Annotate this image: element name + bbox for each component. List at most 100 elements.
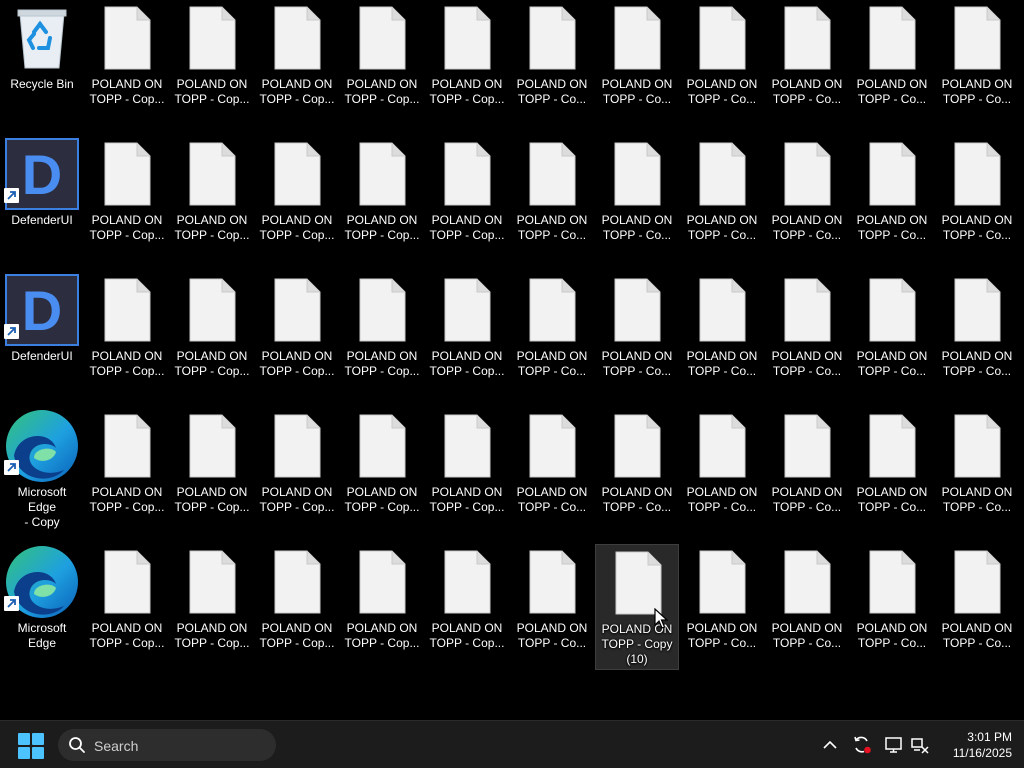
file-icon[interactable]: POLAND ON TOPP - Co... (765, 272, 849, 398)
file-icon[interactable]: POLAND ON TOPP - Cop... (85, 136, 169, 262)
desktop[interactable]: Recycle Bin D DefenderUI D DefenderUI Microso… (0, 0, 1024, 720)
document-icon (170, 6, 254, 72)
icon-label: POLAND ON TOPP - Co... (516, 213, 588, 242)
file-icon[interactable]: POLAND ON TOPP - Cop... (170, 544, 254, 670)
file-icon[interactable]: POLAND ON TOPP - Co... (510, 136, 594, 262)
file-icon[interactable]: POLAND ON TOPP - Co... (850, 408, 934, 534)
display-icon[interactable] (884, 735, 904, 755)
edge-shortcut[interactable]: Microsoft Edge (0, 544, 84, 670)
icon-label: POLAND ON TOPP - Co... (856, 213, 928, 242)
file-icon[interactable]: POLAND ON TOPP - Cop... (340, 0, 424, 126)
icon-label: POLAND ON TOPP - Co... (856, 485, 928, 514)
file-icon[interactable]: POLAND ON TOPP - Co... (850, 0, 934, 126)
chevron-up-icon[interactable] (820, 735, 840, 755)
start-button[interactable] (18, 733, 44, 759)
file-icon[interactable]: POLAND ON TOPP - Co... (680, 272, 764, 398)
file-icon[interactable]: POLAND ON TOPP - Cop... (255, 136, 339, 262)
document-icon (170, 550, 254, 616)
file-icon[interactable]: POLAND ON TOPP - Cop... (340, 408, 424, 534)
icon-label: POLAND ON TOPP - Cop... (89, 77, 165, 106)
document-icon (340, 278, 424, 344)
file-icon[interactable]: POLAND ON TOPP - Cop... (85, 408, 169, 534)
file-icon[interactable]: POLAND ON TOPP - Co... (680, 0, 764, 126)
file-icon[interactable]: POLAND ON TOPP - Co... (935, 544, 1019, 670)
icon-label: POLAND ON TOPP - Co... (941, 621, 1013, 650)
file-icon[interactable]: POLAND ON TOPP - Co... (765, 408, 849, 534)
icon-label: POLAND ON TOPP - Co... (856, 621, 928, 650)
network-disconnected-icon[interactable] (910, 735, 930, 755)
icon-label: POLAND ON TOPP - Co... (941, 349, 1013, 378)
file-icon[interactable]: POLAND ON TOPP - Co... (680, 544, 764, 670)
search-icon (69, 737, 85, 753)
file-icon[interactable]: POLAND ON TOPP - Co... (935, 136, 1019, 262)
document-icon (595, 278, 679, 344)
file-icon[interactable]: POLAND ON TOPP - Co... (595, 408, 679, 534)
document-icon (425, 414, 509, 480)
file-icon[interactable]: POLAND ON TOPP - Cop... (340, 544, 424, 670)
defenderui-shortcut[interactable]: D DefenderUI (0, 136, 84, 262)
icon-label: POLAND ON TOPP - Cop... (259, 349, 335, 378)
icon-label: DefenderUI (11, 349, 73, 363)
file-icon[interactable]: POLAND ON TOPP - Co... (850, 272, 934, 398)
file-icon[interactable]: POLAND ON TOPP - Cop... (255, 544, 339, 670)
icon-label: POLAND ON TOPP - Cop... (174, 77, 250, 106)
document-icon (85, 278, 169, 344)
file-icon[interactable]: POLAND ON TOPP - Co... (595, 272, 679, 398)
mouse-cursor (654, 608, 668, 629)
search-input[interactable] (92, 735, 266, 757)
document-icon (340, 6, 424, 72)
icon-label: POLAND ON TOPP - Co... (856, 77, 928, 106)
file-icon[interactable]: POLAND ON TOPP - Co... (510, 544, 594, 670)
file-icon[interactable]: POLAND ON TOPP - Cop... (170, 272, 254, 398)
icon-label: POLAND ON TOPP - Cop... (89, 621, 165, 650)
file-icon[interactable]: POLAND ON TOPP - Co... (510, 408, 594, 534)
file-icon[interactable]: POLAND ON TOPP - Cop... (255, 0, 339, 126)
file-icon[interactable]: POLAND ON TOPP - Cop... (425, 0, 509, 126)
file-icon[interactable]: POLAND ON TOPP - Cop... (170, 408, 254, 534)
document-icon (510, 6, 594, 72)
windows-logo-tile (18, 747, 30, 759)
file-icon[interactable]: POLAND ON TOPP - Co... (595, 0, 679, 126)
file-icon[interactable]: POLAND ON TOPP - Cop... (425, 544, 509, 670)
file-icon[interactable]: POLAND ON TOPP - Cop... (425, 136, 509, 262)
file-icon[interactable]: POLAND ON TOPP - Co... (935, 0, 1019, 126)
windows-logo-icon (18, 733, 30, 745)
file-icon[interactable]: POLAND ON TOPP - Cop... (255, 408, 339, 534)
file-icon[interactable]: POLAND ON TOPP - Cop... (85, 272, 169, 398)
file-icon[interactable]: POLAND ON TOPP - Co... (510, 0, 594, 126)
icon-label: POLAND ON TOPP - Co... (941, 213, 1013, 242)
icon-label: POLAND ON TOPP - Cop... (89, 349, 165, 378)
icon-label: POLAND ON TOPP - Co... (856, 349, 928, 378)
file-icon[interactable]: POLAND ON TOPP - Co... (935, 272, 1019, 398)
document-icon (510, 278, 594, 344)
file-icon[interactable]: POLAND ON TOPP - Cop... (340, 272, 424, 398)
file-icon[interactable]: POLAND ON TOPP - Co... (765, 136, 849, 262)
file-icon[interactable]: POLAND ON TOPP - Cop... (85, 0, 169, 126)
file-icon[interactable]: POLAND ON TOPP - Co... (850, 544, 934, 670)
document-icon (255, 6, 339, 72)
file-icon[interactable]: POLAND ON TOPP - Copy (10) (595, 544, 679, 670)
edge-shortcut[interactable]: Microsoft Edge - Copy (0, 408, 84, 534)
file-icon[interactable]: POLAND ON TOPP - Cop... (170, 0, 254, 126)
file-icon[interactable]: POLAND ON TOPP - Co... (935, 408, 1019, 534)
search-box[interactable] (58, 729, 276, 761)
file-icon[interactable]: POLAND ON TOPP - Cop... (340, 136, 424, 262)
defenderui-shortcut[interactable]: D DefenderUI (0, 272, 84, 398)
file-icon[interactable]: POLAND ON TOPP - Co... (765, 0, 849, 126)
recycle-bin[interactable]: Recycle Bin (0, 0, 84, 126)
sync-alert-icon[interactable] (852, 735, 872, 755)
file-icon[interactable]: POLAND ON TOPP - Cop... (425, 408, 509, 534)
file-icon[interactable]: POLAND ON TOPP - Co... (850, 136, 934, 262)
file-icon[interactable]: POLAND ON TOPP - Cop... (85, 544, 169, 670)
file-icon[interactable]: POLAND ON TOPP - Co... (680, 408, 764, 534)
file-icon[interactable]: POLAND ON TOPP - Co... (595, 136, 679, 262)
clock[interactable]: 3:01 PM 11/16/2025 (930, 729, 1012, 761)
file-icon[interactable]: POLAND ON TOPP - Co... (510, 272, 594, 398)
file-icon[interactable]: POLAND ON TOPP - Co... (680, 136, 764, 262)
file-icon[interactable]: POLAND ON TOPP - Cop... (170, 136, 254, 262)
file-icon[interactable]: POLAND ON TOPP - Cop... (425, 272, 509, 398)
icon-label: POLAND ON TOPP - Cop... (344, 349, 420, 378)
file-icon[interactable]: POLAND ON TOPP - Co... (765, 544, 849, 670)
file-icon[interactable]: POLAND ON TOPP - Cop... (255, 272, 339, 398)
document-icon (170, 414, 254, 480)
